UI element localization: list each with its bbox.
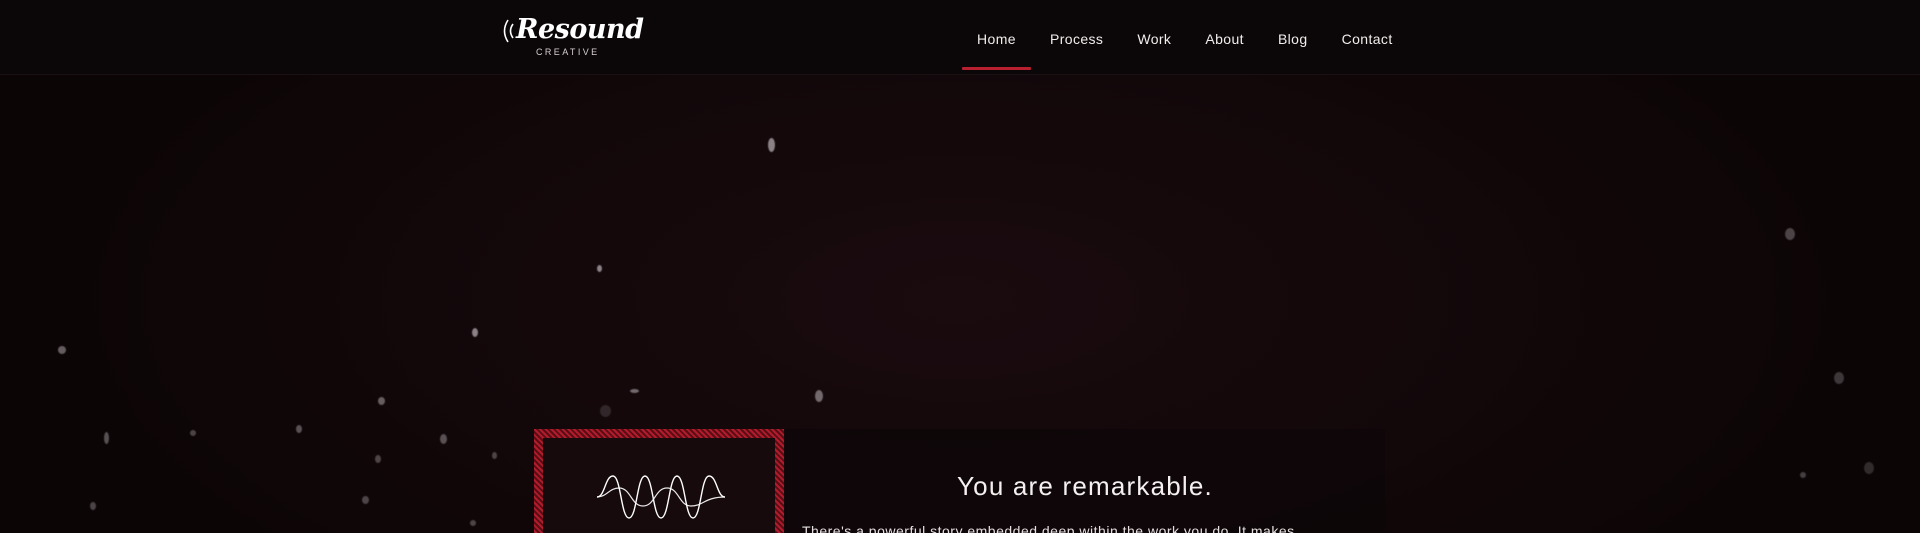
dust-particle [1800,472,1806,478]
dust-particle [470,520,476,526]
sound-waves-icon [503,19,514,43]
dust-particle [597,265,602,272]
dust-particle [190,430,196,436]
dust-particle [440,434,447,444]
dust-particle [492,452,497,459]
nav-item-process[interactable]: Process [1033,0,1120,74]
dust-particle [296,425,302,433]
feature-headline: You are remarkable. [957,471,1213,501]
page: Resound CREATIVE Home Process Work About… [0,0,1920,533]
dust-particle [362,496,369,504]
logo-subtitle: CREATIVE [536,47,600,57]
dust-particle [1834,372,1844,384]
dust-particle [90,502,96,510]
dust-particle [472,328,478,337]
nav-item-contact[interactable]: Contact [1325,0,1410,74]
resound-creative-logo[interactable]: Resound CREATIVE [502,10,644,60]
site-header: Resound CREATIVE Home Process Work About… [0,0,1920,75]
feature-icon-box-inner [543,438,775,533]
dust-particle [58,346,66,354]
feature-body-text: There's a powerful story embedded deep w… [802,523,1295,533]
nav-item-blog[interactable]: Blog [1261,0,1325,74]
dust-particle [375,455,381,463]
dust-particle [1864,462,1874,474]
nav-item-work[interactable]: Work [1120,0,1188,74]
main-navigation: Home Process Work About Blog Contact [960,0,1410,74]
dust-particle [104,432,109,444]
feature-text-panel: You are remarkable. There's a powerful s… [785,429,1385,533]
sound-wave-icon [597,475,725,519]
dust-particle [600,405,611,417]
dust-particle [768,138,775,152]
feature-icon-box [534,429,784,533]
dust-particle [630,389,639,393]
dust-particle [1785,228,1795,240]
nav-item-about[interactable]: About [1188,0,1261,74]
dust-particle [815,390,823,402]
dust-particle [378,397,385,405]
logo-wordmark: Resound [516,14,644,45]
nav-item-home[interactable]: Home [960,0,1033,74]
